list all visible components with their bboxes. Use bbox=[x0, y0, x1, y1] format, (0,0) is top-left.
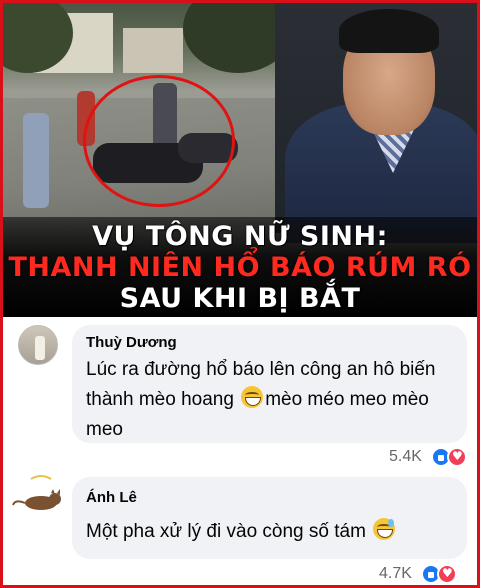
love-icon[interactable] bbox=[447, 447, 467, 467]
comment-author[interactable]: Thuỳ Dương bbox=[86, 334, 177, 351]
avatar-figure bbox=[35, 336, 45, 360]
post-frame: VỤ TÔNG NỮ SINH: THANH NIÊN HỔ BÁO RÚM R… bbox=[0, 0, 480, 588]
headline-line-2: THANH NIÊN HỔ BÁO RÚM RÓ bbox=[8, 252, 472, 283]
reaction-count[interactable]: 5.4K bbox=[389, 448, 422, 466]
person-bystander bbox=[23, 113, 49, 208]
love-icon[interactable] bbox=[437, 564, 457, 584]
arrested-man-photo bbox=[275, 3, 477, 243]
comment-text-part: Một pha xử lý đi vào còng số tám bbox=[86, 521, 372, 542]
news-image[interactable]: VỤ TÔNG NỮ SINH: THANH NIÊN HỔ BÁO RÚM R… bbox=[3, 3, 477, 317]
grinning-sweat-face-icon bbox=[373, 518, 396, 540]
highlight-circle bbox=[83, 75, 235, 207]
grinning-face-icon bbox=[241, 386, 264, 408]
reaction-count[interactable]: 4.7K bbox=[379, 565, 412, 583]
hair bbox=[339, 9, 439, 53]
comment-text: Lúc ra đường hổ báo lên công an hô biến … bbox=[86, 355, 461, 445]
headline-line-1: VỤ TÔNG NỮ SINH: bbox=[92, 221, 388, 252]
headline-line-3: SAU KHI BỊ BẮT bbox=[119, 283, 361, 314]
sweat-drop bbox=[388, 519, 395, 527]
cat-avatar-icon bbox=[12, 475, 61, 510]
comment-text: Một pha xử lý đi vào còng số tám bbox=[86, 517, 461, 547]
building bbox=[123, 28, 183, 73]
avatar[interactable] bbox=[12, 473, 61, 513]
avatar[interactable] bbox=[18, 325, 58, 365]
comment-author[interactable]: Ánh Lê bbox=[86, 489, 137, 506]
